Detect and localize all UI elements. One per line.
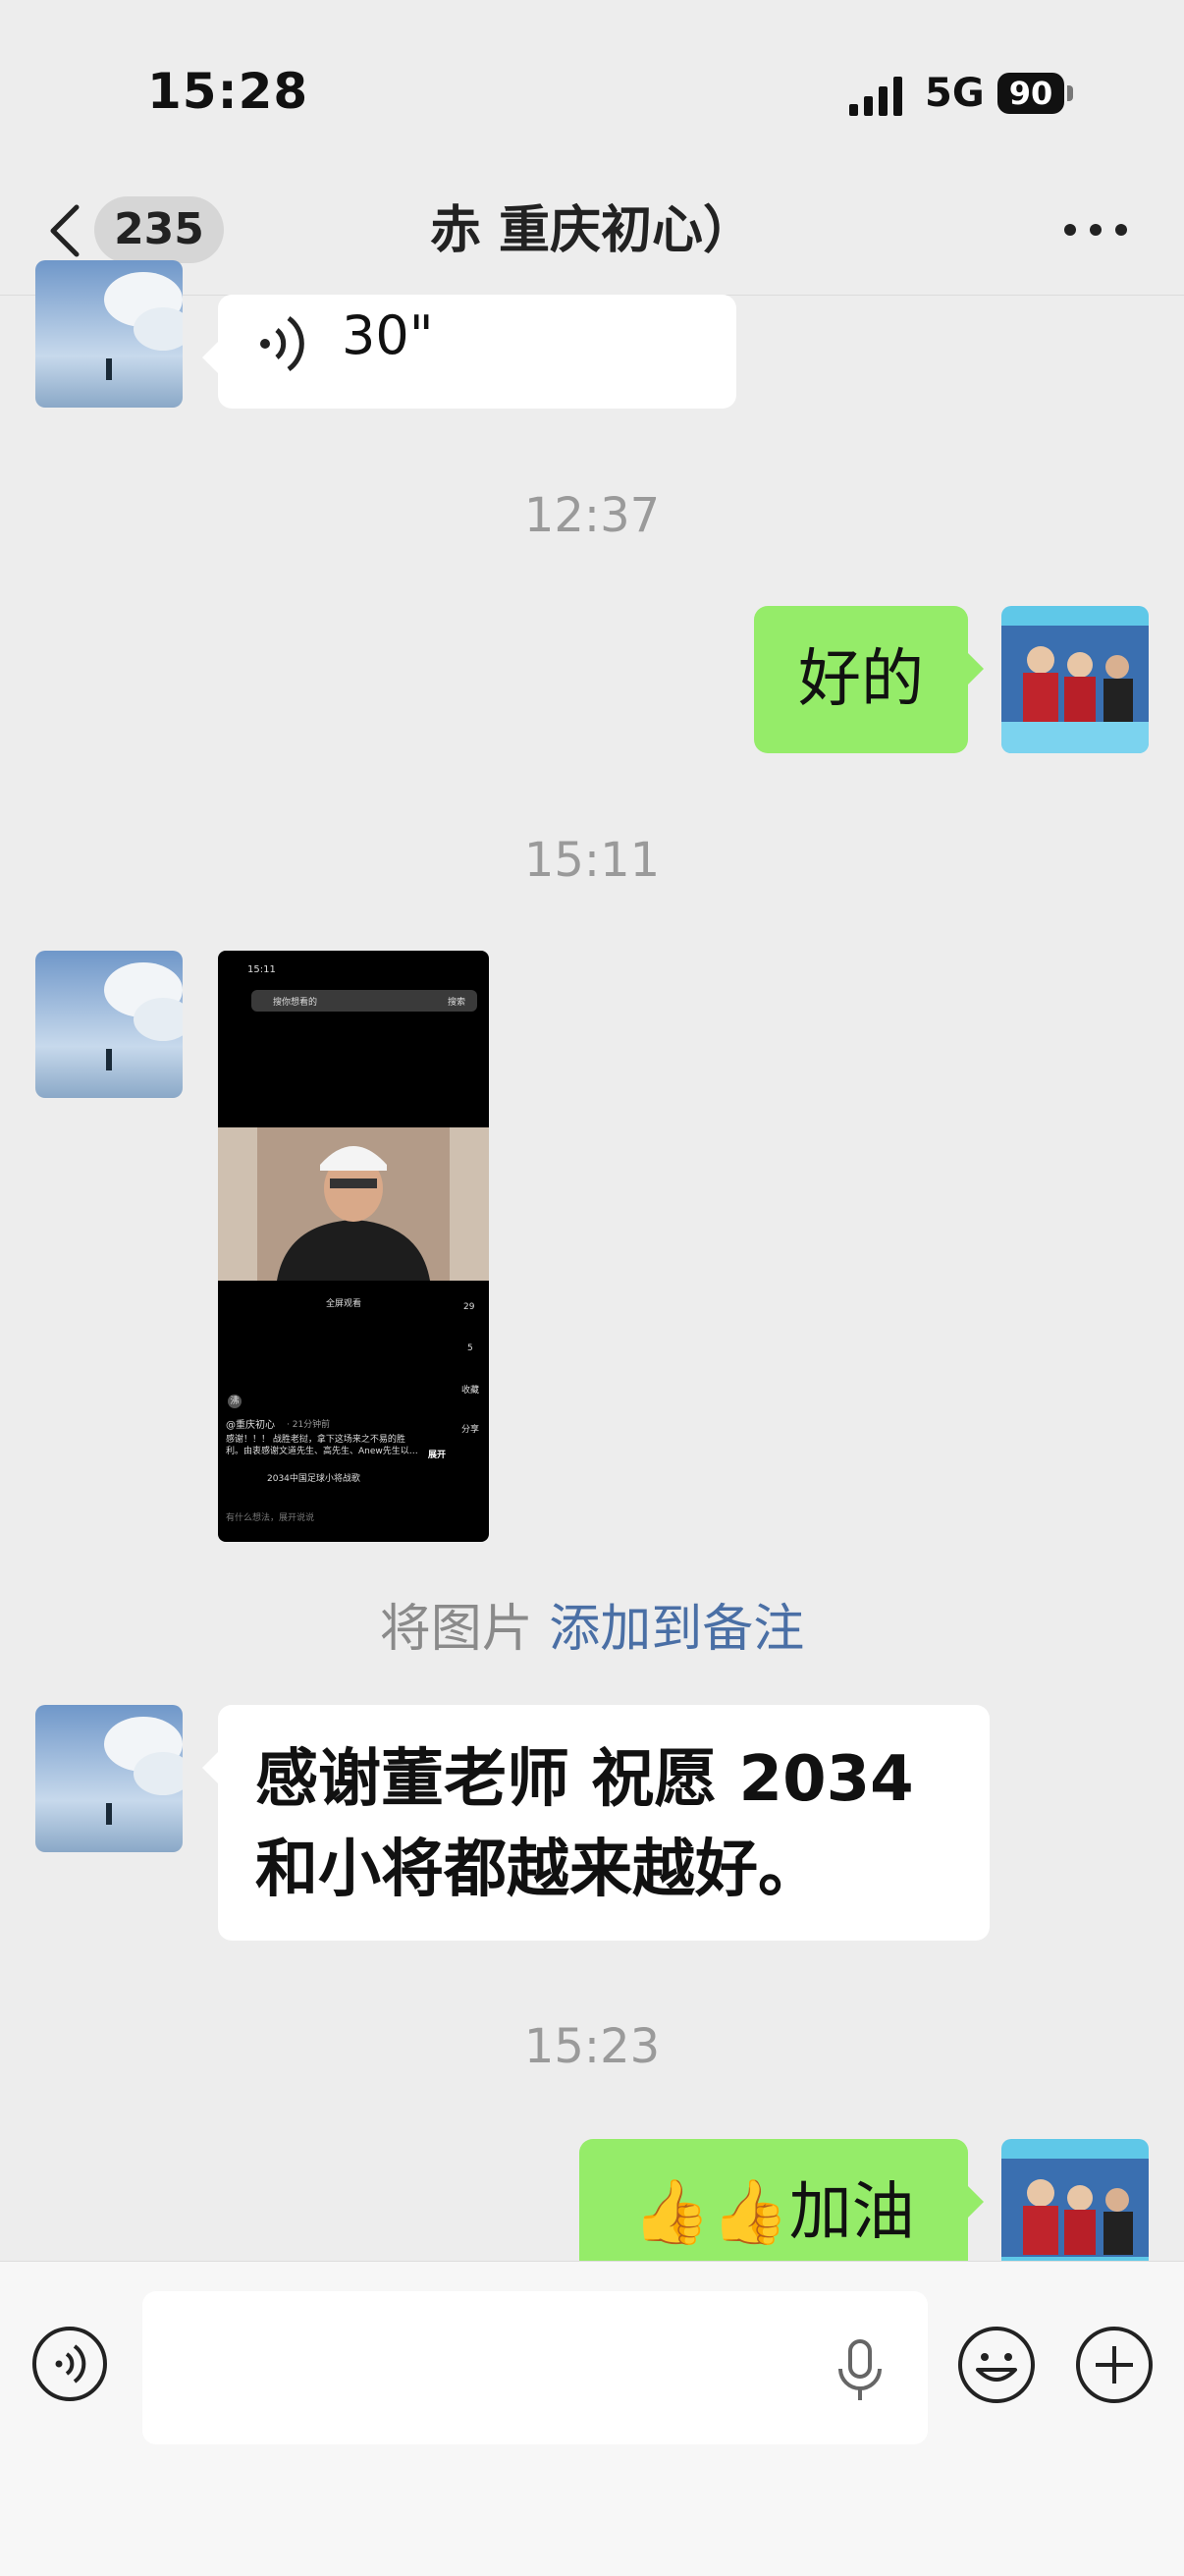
image-message[interactable]: 15:11 搜你想看的 搜索 全屏观看 29 5 收藏 分享 沸 @重庆初心 ·…: [218, 951, 489, 1542]
more-icon[interactable]: [1060, 212, 1131, 247]
network-type: 5G: [925, 71, 985, 116]
voice-play-icon: [260, 315, 304, 372]
timestamp: 15:23: [523, 2019, 661, 2074]
my-avatar[interactable]: [1001, 606, 1149, 753]
contact-message-bubble[interactable]: 感谢董老师 祝愿 2034 和小将都越来越好。: [202, 1705, 990, 1941]
timestamp: 15:11: [523, 833, 661, 888]
shot-expand: 展开: [428, 1451, 447, 1460]
plus-icon[interactable]: [1074, 2325, 1155, 2405]
voice-toggle-icon[interactable]: [31, 2326, 108, 2402]
shot-caption: 感谢！！！ 战胜老挝，拿下这场来之不易的胜利。由衷感谢文道先生、高先生、Anew…: [226, 1435, 418, 1456]
my-message-bubble[interactable]: 好的: [754, 606, 984, 753]
shot-music-tag: 2034中国足球小将战歌: [267, 1474, 360, 1484]
voice-duration: 30": [342, 304, 434, 366]
shot-account: @重庆初心: [226, 1420, 275, 1431]
shot-posted: · 21分钟前: [287, 1420, 331, 1430]
message-text: 感谢董老师 祝愿 2034 和小将都越来越好。: [255, 1743, 914, 1906]
shot-avatar-label: 沸: [228, 1395, 242, 1408]
shot-share: 分享: [461, 1425, 480, 1435]
timestamp: 12:37: [523, 488, 661, 543]
add-to-note-link[interactable]: 添加到备注: [549, 1600, 804, 1659]
shot-favorite: 收藏: [461, 1386, 480, 1396]
status-time: 15:28: [147, 63, 309, 120]
shot-search-placeholder: 搜你想看的: [273, 998, 318, 1008]
shot-fullscreen-label: 全屏观看: [326, 1299, 362, 1309]
video-frame: [218, 1127, 489, 1281]
battery-icon: 90: [997, 73, 1076, 116]
back-icon[interactable]: [45, 201, 84, 260]
unread-count-badge[interactable]: 235: [94, 196, 224, 263]
mic-icon[interactable]: [833, 2339, 888, 2402]
shot-search-button: 搜索: [448, 998, 466, 1008]
shot-search-bar: 搜你想看的 搜索: [251, 990, 477, 1012]
contact-avatar[interactable]: [35, 260, 183, 408]
chat-title[interactable]: 赤 重庆初心）: [314, 194, 870, 267]
shot-comments: 5: [467, 1343, 473, 1353]
message-input[interactable]: [142, 2291, 928, 2444]
add-to-note-prompt: 将图片 添加到备注: [0, 1587, 1184, 1661]
signal-icon: [849, 77, 902, 116]
note-prompt-text: 将图片: [379, 1600, 533, 1659]
voice-message-bubble[interactable]: 30": [202, 295, 736, 409]
emoji-icon[interactable]: [956, 2325, 1037, 2405]
contact-avatar[interactable]: [35, 951, 183, 1098]
contact-avatar[interactable]: [35, 1705, 183, 1852]
shot-likes: 29: [463, 1302, 475, 1312]
battery-level: 90: [1008, 75, 1053, 112]
shot-time: 15:11: [247, 964, 276, 975]
message-text: 好的: [798, 643, 924, 716]
shot-comment-placeholder: 有什么想法，展开说说: [226, 1513, 315, 1523]
